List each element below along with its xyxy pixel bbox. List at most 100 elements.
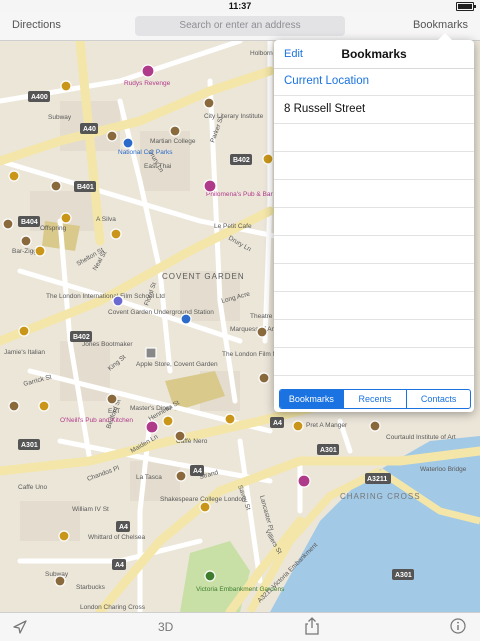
bar-icon[interactable] [145, 420, 159, 434]
station-icon[interactable] [112, 295, 124, 307]
location-arrow-icon[interactable] [12, 619, 28, 635]
restaurant-icon[interactable] [60, 80, 72, 92]
empty-row [274, 152, 474, 180]
directions-button[interactable]: Directions [12, 19, 61, 31]
road-shield-label: B402 [73, 334, 90, 341]
map-place: Courtauld Institute of Art [386, 434, 456, 441]
restaurant-icon[interactable] [54, 575, 66, 587]
restaurant-icon[interactable] [174, 430, 186, 442]
popover-header: Edit Bookmarks [274, 40, 474, 69]
bookmarks-button[interactable]: Bookmarks [413, 19, 468, 31]
map-place: Jamie's Italian [4, 349, 45, 356]
road-shield-label: A400 [31, 94, 48, 101]
map-place: Covent Garden Underground Station [108, 309, 214, 316]
park-icon[interactable] [204, 570, 216, 582]
3d-button[interactable]: 3D [158, 620, 173, 634]
status-time: 11:37 [228, 1, 252, 11]
shop-icon[interactable] [145, 347, 157, 359]
info-icon[interactable] [450, 618, 466, 634]
empty-row [274, 348, 474, 376]
map-place: Apple Store, Covent Garden [136, 361, 218, 368]
map-place: Pret A Manger [306, 422, 348, 429]
bar-icon[interactable] [297, 474, 311, 488]
restaurant-icon[interactable] [2, 218, 14, 230]
road-shield-label: A4 [273, 420, 282, 427]
segment-contacts[interactable]: Contacts [406, 390, 470, 408]
road-shield-label: A40 [83, 126, 96, 133]
map-place: Starbucks [76, 584, 106, 591]
restaurant-icon[interactable] [162, 415, 174, 427]
restaurant-icon[interactable] [60, 212, 72, 224]
restaurant-icon[interactable] [106, 130, 118, 142]
segmented-control: Bookmarks Recents Contacts [279, 389, 471, 409]
parking-icon[interactable] [122, 137, 134, 149]
segment-recents[interactable]: Recents [342, 390, 407, 408]
map-place: EAT [108, 408, 120, 415]
search-field[interactable]: Search or enter an address [135, 16, 345, 36]
empty-row [274, 320, 474, 348]
map-place: Caffe Uno [18, 484, 48, 491]
map-place: National Car Parks [118, 149, 173, 156]
info-icon[interactable] [180, 313, 192, 325]
battery-icon [456, 2, 476, 11]
road-shield-label: A301 [21, 442, 38, 449]
bookmark-row[interactable]: 8 Russell Street [274, 96, 474, 124]
road-shield-label: A4 [115, 562, 124, 569]
bookmarks-popover: Edit Bookmarks Current Location 8 Russel… [274, 40, 474, 412]
map-place: Master's Diner [130, 405, 173, 412]
map-place: Rudys Revenge [124, 80, 171, 87]
map-label: Offspring [40, 225, 67, 232]
road-shield-label: A301 [320, 447, 337, 454]
restaurant-icon[interactable] [262, 153, 274, 165]
restaurant-icon[interactable] [8, 170, 20, 182]
map-place: O'Neill's Pub and Kitchen [60, 417, 133, 424]
road-shield-label: A4 [119, 524, 128, 531]
map-place: Whittard of Chelsea [88, 534, 145, 541]
restaurant-icon[interactable] [369, 420, 381, 432]
restaurant-icon[interactable] [18, 325, 30, 337]
road-shield-label: B402 [233, 157, 250, 164]
road-shield-label: A301 [395, 572, 412, 579]
map-place: COVENT GARDEN [162, 272, 245, 281]
restaurant-icon[interactable] [203, 97, 215, 109]
restaurant-icon[interactable] [106, 393, 118, 405]
popover-arrow [437, 33, 453, 41]
restaurant-icon[interactable] [175, 470, 187, 482]
restaurant-icon[interactable] [258, 372, 270, 384]
bottom-toolbar: 3D [0, 612, 480, 641]
map-place: East Thai [144, 163, 171, 170]
bar-icon[interactable] [141, 64, 155, 78]
restaurant-icon[interactable] [292, 420, 304, 432]
map-place: Le Petit Cafe [214, 223, 252, 230]
restaurant-icon[interactable] [224, 413, 236, 425]
restaurant-icon[interactable] [110, 228, 122, 240]
empty-row [274, 292, 474, 320]
map-place: CHARING CROSS [340, 492, 421, 501]
restaurant-icon[interactable] [256, 326, 268, 338]
top-toolbar: Directions Search or enter an address Bo… [0, 12, 480, 41]
map-place: London Charing Cross [80, 604, 146, 611]
empty-row [274, 124, 474, 152]
map-place: City Literary Institute [204, 113, 264, 120]
bar-icon[interactable] [203, 179, 217, 193]
restaurant-icon[interactable] [50, 180, 62, 192]
empty-row [274, 236, 474, 264]
status-bar: 11:37 [0, 0, 480, 12]
restaurant-icon[interactable] [8, 400, 20, 412]
restaurant-icon[interactable] [38, 400, 50, 412]
road-shield-label: B401 [77, 184, 94, 191]
restaurant-icon[interactable] [34, 245, 46, 257]
restaurant-icon[interactable] [169, 125, 181, 137]
empty-row [274, 264, 474, 292]
road-shield-label: A3211 [367, 476, 387, 483]
restaurant-icon[interactable] [20, 235, 32, 247]
map-label: Waterloo Bridge [420, 466, 467, 473]
restaurant-icon[interactable] [199, 501, 211, 513]
map-place: A Silva [96, 216, 116, 223]
popover-title: Bookmarks [341, 47, 407, 61]
share-icon[interactable] [305, 617, 319, 635]
map-place: Victoria Embankment Gardens [196, 586, 285, 593]
segment-bookmarks[interactable]: Bookmarks [280, 390, 343, 408]
restaurant-icon[interactable] [58, 530, 70, 542]
current-location-row[interactable]: Current Location [274, 68, 474, 96]
